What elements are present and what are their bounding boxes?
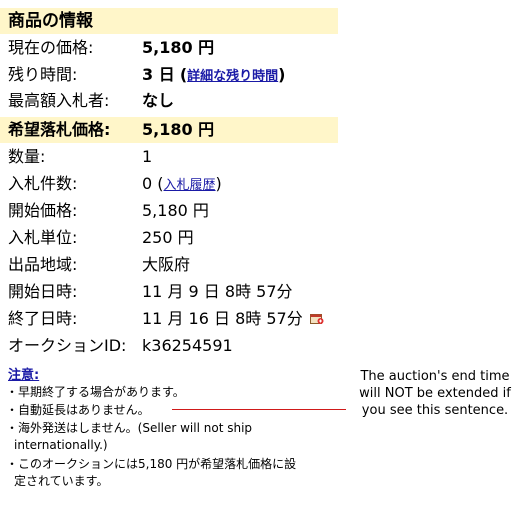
current-price-value: 5,180 円: [142, 38, 215, 57]
notice-item-early-end: ・早期終了する場合があります。: [6, 385, 185, 399]
start-price-value: 5,180 円: [142, 201, 209, 220]
bid-increment-value: 250 円: [142, 228, 194, 247]
row-start-price: 開始価格: 5,180 円: [0, 198, 340, 224]
time-left-label: 残り時間:: [8, 65, 78, 84]
callout-annotation: The auction's end time will NOT be exten…: [359, 369, 511, 418]
paren-close: ): [278, 65, 286, 84]
row-current-price: 現在の価格: 5,180 円: [0, 35, 340, 61]
notice-title: 注意:: [8, 368, 40, 383]
row-highest-bidder: 最高額入札者: なし: [0, 88, 340, 114]
bid-count-label: 入札件数:: [8, 174, 78, 193]
row-end-time: 終了日時: 11 月 16 日 8時 57分: [0, 306, 340, 332]
end-time-label: 終了日時:: [8, 309, 78, 328]
notice-item-buyout: ・このオークションには5,180 円が希望落札価格に設: [6, 457, 297, 471]
row-bid-count: 入札件数: 0 (入札履歴): [0, 171, 340, 197]
section-header: 商品の情報: [0, 8, 338, 34]
calendar-add-icon[interactable]: [309, 307, 324, 324]
notice-item-no-overseas: ・海外発送はしません。(Seller will not ship: [6, 421, 253, 435]
start-time-value: 11 月 9 日 8時 57分: [142, 282, 293, 301]
current-price-label: 現在の価格:: [8, 38, 94, 57]
location-label: 出品地域:: [8, 255, 78, 274]
auction-id-value: k36254591: [142, 336, 233, 355]
notice-item-no-overseas-cont: internationally.): [14, 438, 108, 452]
row-auction-id: オークションID: k36254591: [0, 333, 340, 359]
row-start-time: 開始日時: 11 月 9 日 8時 57分: [0, 279, 340, 305]
start-price-label: 開始価格:: [8, 201, 78, 220]
buyout-price-label: 希望落札価格:: [8, 120, 111, 139]
paren-close: ): [215, 174, 222, 193]
row-buyout-price: 希望落札価格: 5,180 円: [0, 117, 338, 143]
location-value: 大阪府: [142, 255, 191, 274]
notice-item-buyout-cont: 定されています。: [14, 474, 109, 488]
highest-bidder-label: 最高額入札者:: [8, 91, 110, 110]
end-time-value-wrap: 11 月 16 日 8時 57分: [142, 306, 324, 332]
highest-bidder-value: なし: [142, 91, 175, 110]
start-time-label: 開始日時:: [8, 282, 78, 301]
time-left-value: 3 日: [142, 65, 175, 84]
row-location: 出品地域: 大阪府: [0, 252, 340, 278]
bid-increment-label: 入札単位:: [8, 228, 78, 247]
row-quantity: 数量: 1: [0, 144, 340, 170]
end-time-value: 11 月 16 日 8時 57分: [142, 309, 303, 328]
auction-id-label: オークションID:: [8, 336, 127, 355]
bid-history-link[interactable]: 入札履歴: [164, 178, 216, 193]
buyout-price-value: 5,180 円: [142, 120, 215, 139]
row-time-left: 残り時間: 3 日 (詳細な残り時間): [0, 62, 340, 88]
time-left-value-wrap: 3 日 (詳細な残り時間): [142, 62, 285, 90]
notice-item-no-auto-extension: ・自動延長はありません。: [6, 403, 150, 417]
detailed-time-left-link[interactable]: 詳細な残り時間: [187, 69, 278, 84]
quantity-label: 数量:: [8, 147, 46, 166]
bid-count-value-wrap: 0 (入札履歴): [142, 171, 222, 199]
callout-connector-line: [172, 409, 346, 410]
row-bid-increment: 入札単位: 250 円: [0, 225, 340, 251]
quantity-value: 1: [142, 147, 153, 166]
bid-count-value: 0: [142, 174, 153, 193]
